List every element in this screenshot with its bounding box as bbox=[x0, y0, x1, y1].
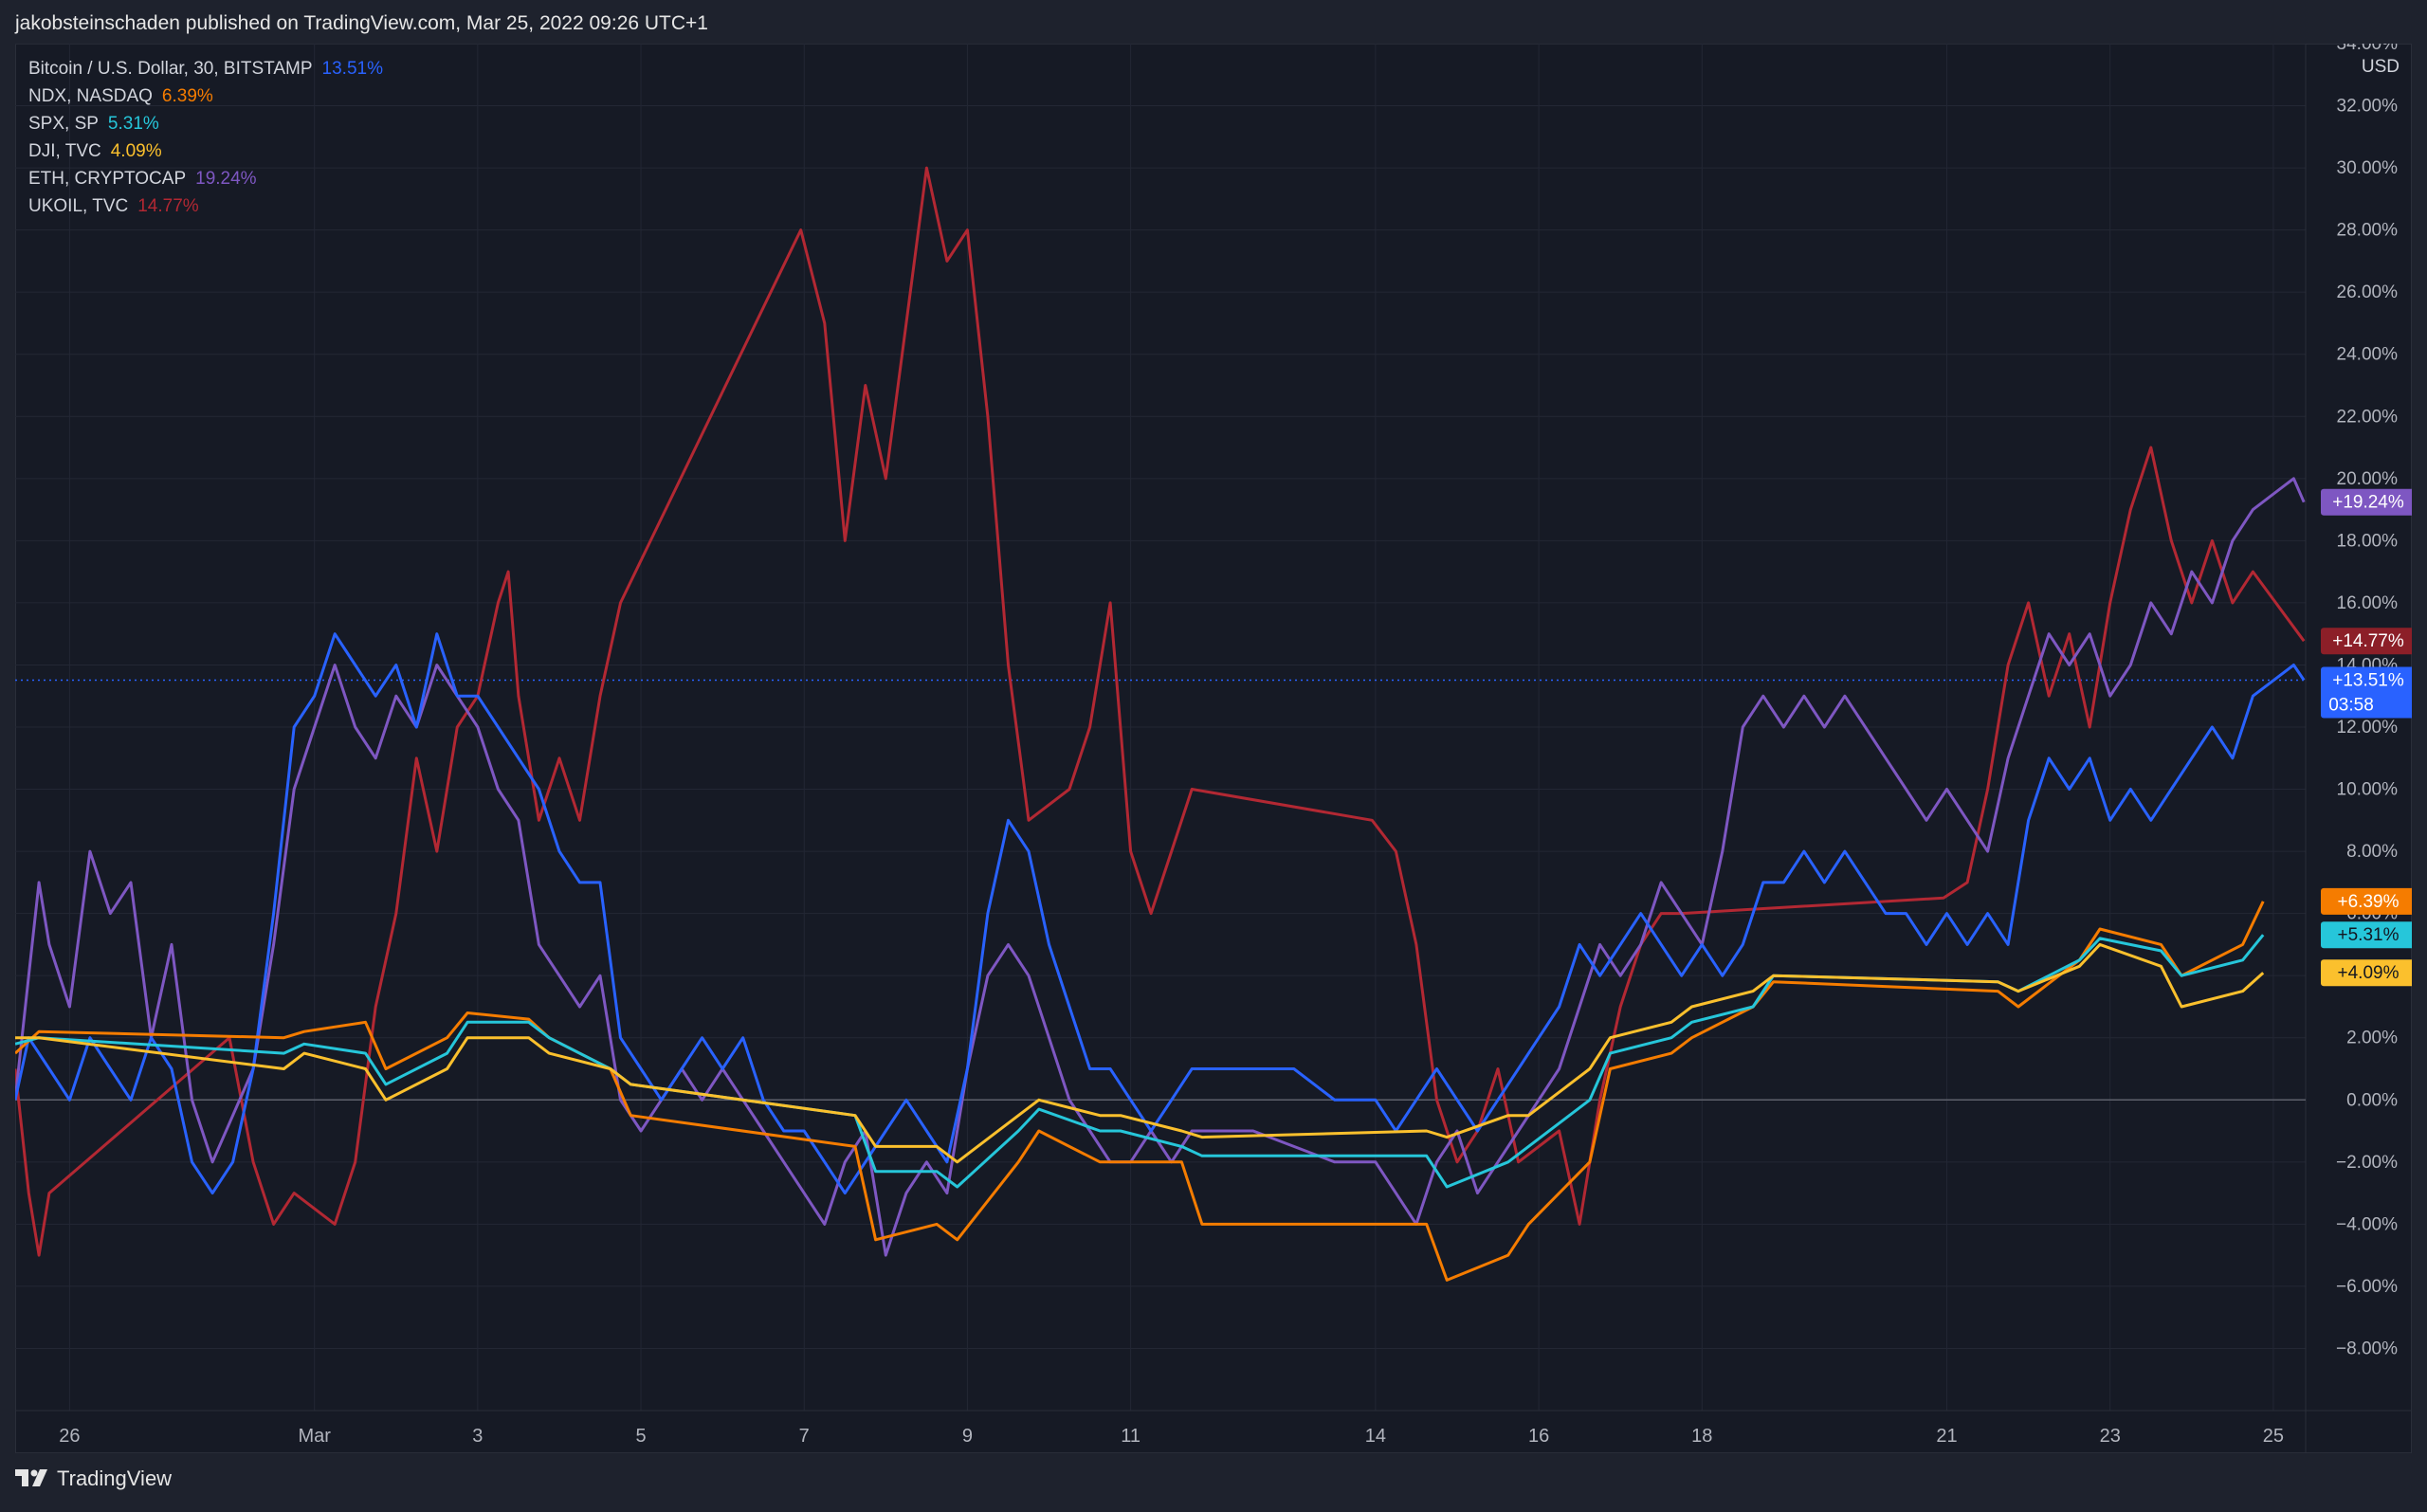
chart-legend: Bitcoin / U.S. Dollar, 30, BITSTAMP 13.51… bbox=[28, 55, 383, 220]
legend-row-dji[interactable]: DJI, TVC 4.09% bbox=[28, 137, 383, 165]
legend-name: DJI, TVC bbox=[28, 141, 101, 161]
series-line-ndx[interactable] bbox=[15, 901, 2265, 1282]
price-tag-value: +5.31% bbox=[2338, 925, 2400, 945]
footer-bar: TradingView bbox=[0, 1453, 2427, 1512]
price-tag-value: +14.77% bbox=[2332, 631, 2404, 651]
legend-row-btc[interactable]: Bitcoin / U.S. Dollar, 30, BITSTAMP 13.51… bbox=[28, 55, 383, 82]
legend-name: ETH, CRYPTOCAP bbox=[28, 169, 187, 189]
y-tick-label: 30.00% bbox=[2337, 158, 2399, 178]
y-tick-label: 26.00% bbox=[2337, 282, 2399, 302]
y-tick-label: 32.00% bbox=[2337, 97, 2399, 117]
legend-name: UKOIL, TVC bbox=[28, 196, 129, 216]
legend-value: 5.31% bbox=[107, 114, 159, 134]
legend-row-ukoil[interactable]: UKOIL, TVC 14.77% bbox=[28, 192, 383, 220]
tradingview-brand[interactable]: TradingView bbox=[15, 1466, 172, 1491]
price-tag-value: +13.51% bbox=[2332, 671, 2404, 691]
y-tick-label: 16.00% bbox=[2337, 593, 2399, 613]
y-tick-label: −8.00% bbox=[2336, 1339, 2398, 1358]
price-tag-value: +19.24% bbox=[2332, 493, 2404, 513]
y-tick-label: 24.00% bbox=[2337, 345, 2399, 365]
legend-value: 4.09% bbox=[110, 141, 162, 161]
series-line-ukoil[interactable] bbox=[15, 166, 2306, 1257]
legend-name: NDX, NASDAQ bbox=[28, 86, 153, 106]
countdown-label: 03:58 bbox=[2328, 696, 2374, 716]
y-tick-label: −2.00% bbox=[2336, 1153, 2398, 1173]
price-tag-value: +6.39% bbox=[2338, 892, 2400, 912]
legend-row-spx[interactable]: SPX, SP 5.31% bbox=[28, 110, 383, 137]
x-tick-label: 18 bbox=[1691, 1426, 1712, 1447]
legend-value: 13.51% bbox=[321, 59, 383, 79]
tradingview-logo-icon bbox=[15, 1469, 47, 1486]
y-tick-label: 10.00% bbox=[2337, 780, 2399, 800]
x-tick-label: 5 bbox=[635, 1426, 646, 1447]
y-tick-label: 28.00% bbox=[2337, 221, 2399, 241]
tradingview-brand-text: TradingView bbox=[57, 1466, 173, 1490]
legend-value: 19.24% bbox=[195, 169, 257, 189]
y-tick-label: 0.00% bbox=[2346, 1090, 2398, 1110]
y-tick-label: 12.00% bbox=[2337, 718, 2399, 738]
y-tick-label: −6.00% bbox=[2336, 1277, 2398, 1297]
x-tick-label: 14 bbox=[1365, 1426, 1386, 1447]
legend-row-ndx[interactable]: NDX, NASDAQ 6.39% bbox=[28, 82, 383, 110]
x-tick-label: 25 bbox=[2263, 1426, 2284, 1447]
x-tick-label: 21 bbox=[1936, 1426, 1957, 1447]
y-tick-label: −4.00% bbox=[2336, 1214, 2398, 1234]
multi-series-chart[interactable]: −8.00%−6.00%−4.00%−2.00%0.00%2.00%4.00%6… bbox=[15, 44, 2412, 1453]
legend-name: SPX, SP bbox=[28, 114, 99, 134]
series-line-dji[interactable] bbox=[15, 942, 2265, 1164]
legend-row-eth[interactable]: ETH, CRYPTOCAP 19.24% bbox=[28, 165, 383, 192]
x-tick-label: 26 bbox=[59, 1426, 80, 1447]
y-tick-label: 34.00% bbox=[2337, 44, 2399, 54]
y-tick-label: 22.00% bbox=[2337, 407, 2399, 427]
y-tick-label: 2.00% bbox=[2346, 1029, 2398, 1048]
y-tick-label: 18.00% bbox=[2337, 531, 2399, 551]
publish-header: jakobsteinschaden published on TradingVi… bbox=[0, 0, 2427, 44]
y-tick-label: 20.00% bbox=[2337, 469, 2399, 489]
currency-label: USD bbox=[2362, 57, 2400, 77]
legend-value: 6.39% bbox=[161, 86, 213, 106]
x-tick-label: Mar bbox=[298, 1426, 331, 1447]
price-tag-value: +4.09% bbox=[2338, 963, 2400, 983]
x-tick-label: 23 bbox=[2100, 1426, 2121, 1447]
x-tick-label: 11 bbox=[1121, 1426, 1141, 1447]
x-tick-label: 7 bbox=[799, 1426, 810, 1447]
x-tick-label: 16 bbox=[1528, 1426, 1549, 1447]
y-tick-label: 8.00% bbox=[2346, 842, 2398, 862]
x-tick-label: 9 bbox=[962, 1426, 973, 1447]
legend-name: Bitcoin / U.S. Dollar, 30, BITSTAMP bbox=[28, 59, 313, 79]
legend-value: 14.77% bbox=[137, 196, 199, 216]
x-tick-label: 3 bbox=[472, 1426, 483, 1447]
